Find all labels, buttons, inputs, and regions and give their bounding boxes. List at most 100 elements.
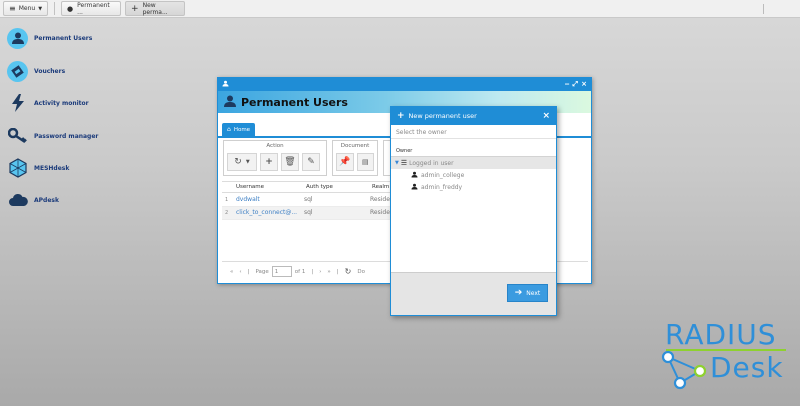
refresh-icon[interactable]: ↻ [345, 267, 352, 276]
arrow-right-icon: ➔ [514, 288, 523, 298]
row-number: 1 [225, 197, 229, 203]
task-label: New perma... [142, 1, 168, 16]
username-cell[interactable]: dvdwalt [236, 196, 260, 203]
user-icon [411, 171, 418, 180]
maximize-icon[interactable]: ⤢ [573, 80, 579, 89]
document-group-label: Document [340, 143, 370, 149]
owner-column-header: Owner [391, 145, 556, 157]
window-header[interactable]: ‒ ⤢ × [218, 78, 591, 91]
home-icon: ⌂ [227, 126, 231, 133]
user-icon [223, 94, 237, 110]
row-number: 2 [225, 210, 229, 216]
desktop-password-manager[interactable]: Password manager [7, 125, 98, 147]
caret-down-icon: ▼ [38, 5, 43, 12]
page-input[interactable]: 1 [271, 266, 292, 277]
tree-node-admin-college[interactable]: admin_college [391, 169, 556, 181]
logo-text-desk: Desk [710, 351, 784, 384]
column-realm[interactable]: Realm [372, 184, 389, 190]
cloud-icon [7, 190, 28, 211]
key-icon [7, 126, 28, 147]
action-group-label: Action [266, 143, 284, 149]
spreadsheet-icon: ▤ [361, 158, 369, 166]
desktop-apdesk[interactable]: APdesk [7, 189, 59, 211]
plus-icon: + [131, 3, 139, 14]
tab-home[interactable]: ⌂ Home [222, 123, 256, 136]
logo-text-radius: RADIUS [665, 318, 777, 351]
user-icon [222, 80, 229, 89]
taskbar: ≡ Menu ▼ ● Permanent ... + New perma... [0, 0, 800, 18]
voucher-icon [7, 60, 28, 82]
window-title: Permanent Users [241, 95, 348, 109]
reload-button[interactable]: ↻ ▼ [227, 153, 257, 171]
add-button[interactable]: + [260, 153, 278, 171]
close-icon[interactable]: × [581, 80, 587, 89]
column-auth-type[interactable]: Auth type [306, 184, 333, 190]
pager-divider: | [247, 268, 250, 275]
next-label: Next [526, 289, 541, 297]
trash-icon: 🗑 [284, 157, 296, 167]
task-label: Permanent ... [77, 1, 110, 16]
next-button[interactable]: ➔ Next [507, 284, 548, 302]
dialog-title: New permanent user [408, 112, 477, 120]
menu-button[interactable]: ≡ Menu ▼ [3, 1, 49, 16]
desktop-item-label: APdesk [34, 196, 59, 204]
pager-divider: | [336, 268, 339, 275]
column-username[interactable]: Username [236, 184, 264, 190]
desktop-item-label: Vouchers [34, 67, 66, 75]
pin-icon: 📌 [339, 157, 351, 167]
user-icon [411, 183, 418, 192]
export-csv-button[interactable]: ▤ [356, 153, 374, 171]
hamburger-icon: ≡ [9, 4, 16, 13]
page-label: Page [255, 268, 269, 275]
lightning-icon [7, 93, 28, 114]
reload-icon: ↻ [234, 157, 242, 167]
plus-icon: + [397, 111, 405, 121]
expand-icon[interactable]: ▼ [395, 160, 399, 166]
task-permanent-users[interactable]: ● Permanent ... [61, 1, 122, 16]
desktop-vouchers[interactable]: Vouchers [7, 60, 65, 82]
last-page-icon[interactable]: » [327, 269, 330, 275]
desktop-item-label: MESHdesk [34, 164, 70, 172]
pin-button[interactable]: 📌 [336, 153, 354, 171]
first-page-icon[interactable]: « [230, 269, 233, 275]
auth-type-cell: sql [304, 196, 313, 203]
document-group: Document 📌 ▤ [332, 140, 378, 176]
prev-page-icon[interactable]: ‹ [239, 269, 241, 275]
task-new-permanent-user[interactable]: + New perma... [125, 1, 186, 16]
caret-down-icon: ▼ [245, 159, 250, 165]
taskbar-separator [54, 2, 56, 15]
next-page-icon[interactable]: › [319, 269, 321, 275]
tree-node-admin-freddy[interactable]: admin_freddy [391, 181, 556, 193]
list-icon: ☰ [400, 159, 408, 167]
dialog-subtitle: Select the owner [391, 125, 556, 139]
action-group: Action ↻ ▼ + 🗑 ✎ [223, 140, 327, 176]
pencil-icon: ✎ [307, 157, 315, 167]
desktop-permanent-users[interactable]: Permanent Users [7, 27, 92, 49]
user-icon: ● [67, 4, 74, 13]
mesh-icon [7, 158, 28, 179]
desktop-item-label: Permanent Users [34, 34, 93, 42]
user-icon [7, 27, 28, 49]
desktop-activity-monitor[interactable]: Activity monitor [7, 92, 89, 114]
window-controls: ‒ ⤢ × [565, 80, 587, 89]
auth-type-cell: sql [304, 209, 313, 216]
tree-node-label: Logged in user [409, 159, 454, 167]
new-permanent-user-dialog: + New permanent user × Select the owner … [390, 106, 557, 316]
desktop-item-label: Password manager [34, 132, 99, 140]
logo-network-icon [661, 350, 707, 390]
taskbar-end-separator [763, 4, 764, 14]
tree-node-root[interactable]: ▼ ☰ Logged in user [391, 157, 556, 169]
dialog-header[interactable]: + New permanent user × [391, 107, 556, 125]
username-cell[interactable]: click_to_connect@... [236, 209, 297, 216]
pager-divider: | [311, 268, 314, 275]
delete-button[interactable]: 🗑 [281, 153, 299, 171]
plus-icon: + [265, 157, 273, 167]
of-label: of 1 [294, 268, 306, 275]
close-icon[interactable]: × [542, 111, 550, 121]
dialog-footer: ➔ Next [391, 272, 556, 315]
minimize-icon[interactable]: ‒ [565, 80, 570, 89]
desktop-meshdesk[interactable]: MESHdesk [7, 157, 69, 179]
desktop-item-label: Activity monitor [34, 99, 89, 107]
edit-button[interactable]: ✎ [302, 153, 320, 171]
tab-label: Home [233, 126, 251, 133]
